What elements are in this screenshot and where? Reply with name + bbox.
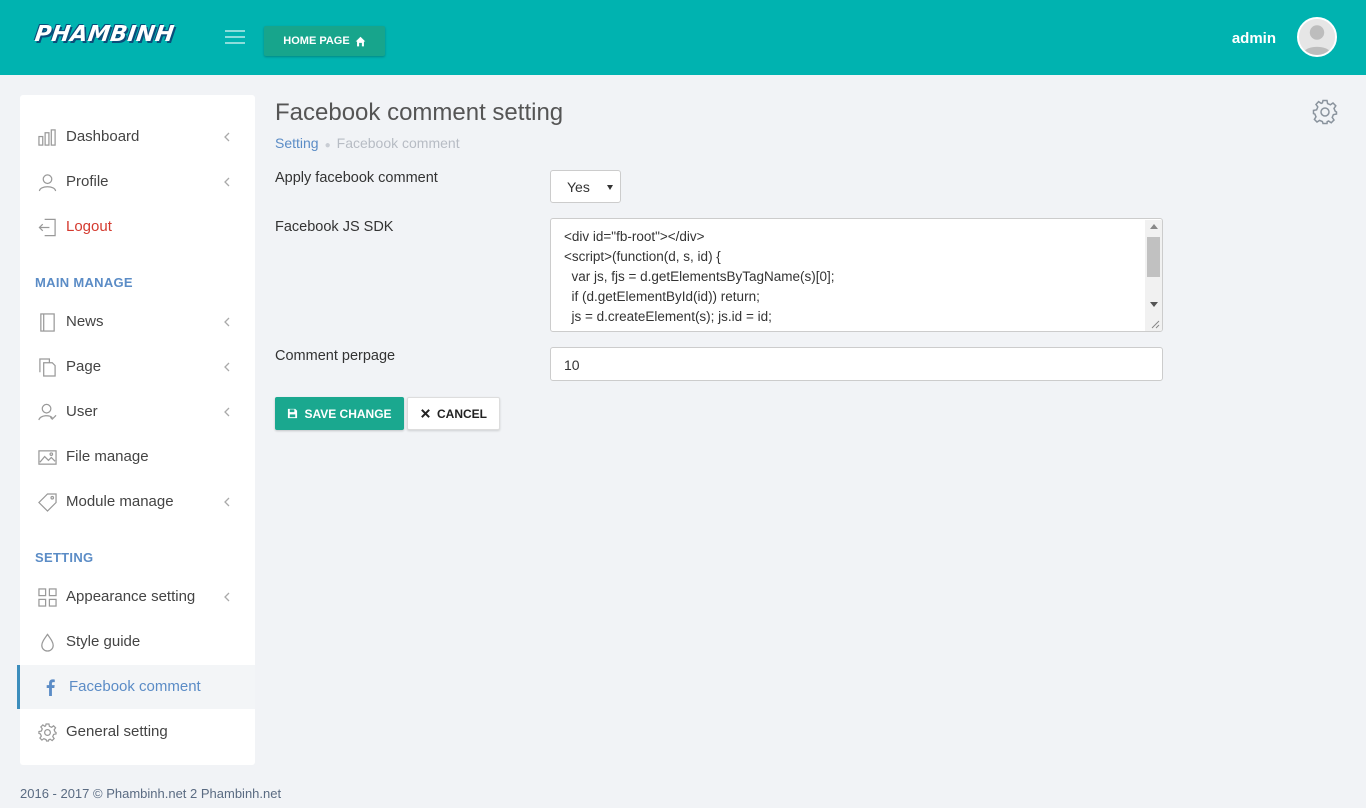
drop-icon [41,633,54,652]
chevron-left-icon [224,497,230,507]
menu-toggle-icon[interactable] [225,29,245,45]
section-title-setting: SETTING [35,550,94,565]
settings-gear-icon[interactable] [1312,99,1338,125]
sidebar-item-style-guide[interactable]: Style guide [20,620,255,664]
comment-perpage-input[interactable]: 10 [550,347,1163,381]
sidebar-item-file-manage[interactable]: File manage [20,435,255,479]
user-icon [38,174,57,192]
top-header: PHAMBINH HOME PAGE admin [0,0,1366,75]
section-title-main-manage: MAIN MANAGE [35,275,133,290]
sidebar-item-label: Page [66,358,102,375]
logout-icon [38,218,56,237]
avatar-user-icon [1299,19,1335,55]
logo-text: PHAMBINH [33,22,176,47]
sidebar-item-profile[interactable]: Profile [20,160,255,204]
home-page-button-label: HOME PAGE [283,35,350,47]
home-icon [355,36,366,46]
dropdown-arrow-icon [607,185,613,190]
scroll-up-arrow-icon[interactable] [1150,224,1158,229]
grid-icon [38,588,57,607]
sidebar-item-label: News [66,313,104,330]
chevron-left-icon [224,592,230,602]
facebook-icon [46,679,55,697]
breadcrumb: Setting ● Facebook comment [275,135,460,151]
textarea-content: <div id="fb-root"></div> <script>(functi… [564,229,987,331]
sidebar-item-dashboard[interactable]: Dashboard [20,115,255,159]
sidebar-item-module-manage[interactable]: Module manage [20,480,255,524]
page-title: Facebook comment setting [275,99,564,126]
sidebar: Dashboard Profile Logout MAIN MANAGE New… [17,95,255,765]
sidebar-item-user[interactable]: User [20,390,255,434]
chevron-left-icon [224,317,230,327]
sidebar-item-label: Style guide [66,633,141,650]
save-change-button[interactable]: SAVE CHANGE [275,397,404,430]
textarea-scrollbar[interactable] [1145,220,1162,331]
users-icon [38,403,57,421]
sidebar-item-logout[interactable]: Logout [20,205,255,249]
save-icon [288,408,298,419]
avatar[interactable] [1297,17,1337,57]
copy-icon [39,358,56,377]
sidebar-item-label: Facebook comment [69,678,201,695]
comment-perpage-label: Comment perpage [275,348,396,364]
close-icon [421,409,430,418]
sidebar-item-general-setting[interactable]: General setting [20,710,255,754]
tag-icon [38,493,57,512]
logo[interactable]: PHAMBINH [33,22,180,56]
home-page-button[interactable]: HOME PAGE [264,26,385,56]
breadcrumb-setting-link[interactable]: Setting [275,135,319,151]
user-name[interactable]: admin [1232,30,1276,47]
chevron-left-icon [224,362,230,372]
sidebar-item-appearance-setting[interactable]: Appearance setting [20,575,255,619]
input-value: 10 [564,357,580,373]
chevron-left-icon [224,407,230,417]
sidebar-item-news[interactable]: News [20,300,255,344]
sidebar-item-label: Logout [66,218,112,235]
cancel-button-label: CANCEL [437,406,487,421]
gear-icon [38,723,57,742]
cancel-button[interactable]: CANCEL [407,397,500,430]
chevron-left-icon [224,132,230,142]
sidebar-item-label: File manage [66,448,149,465]
sidebar-item-label: Module manage [66,493,174,510]
chevron-left-icon [224,177,230,187]
facebook-js-sdk-label: Facebook JS SDK [275,219,394,235]
apply-facebook-comment-select[interactable]: Yes [550,170,621,203]
select-value: Yes [567,179,590,195]
scroll-thumb[interactable] [1147,237,1160,277]
sidebar-item-label: General setting [66,723,168,740]
facebook-js-sdk-textarea[interactable]: <div id="fb-root"></div> <script>(functi… [550,218,1163,332]
sidebar-item-label: Appearance setting [66,588,196,605]
sidebar-item-label: Dashboard [66,128,140,145]
scroll-down-arrow-icon[interactable] [1150,302,1158,307]
sidebar-item-facebook-comment[interactable]: Facebook comment [17,665,255,709]
apply-facebook-comment-label: Apply facebook comment [275,170,438,186]
image-icon [38,450,57,465]
breadcrumb-separator: ● [324,140,331,151]
sidebar-item-label: Profile [66,173,109,190]
bar-chart-icon [38,129,56,146]
sidebar-item-page[interactable]: Page [20,345,255,389]
resize-grip-icon[interactable] [1148,317,1160,329]
footer-copyright: 2016 - 2017 © Phambinh.net 2 Phambinh.ne… [20,786,282,801]
sidebar-item-label: User [66,403,98,420]
breadcrumb-current: Facebook comment [336,135,460,151]
save-change-button-label: SAVE CHANGE [304,406,392,421]
book-icon [40,313,55,332]
